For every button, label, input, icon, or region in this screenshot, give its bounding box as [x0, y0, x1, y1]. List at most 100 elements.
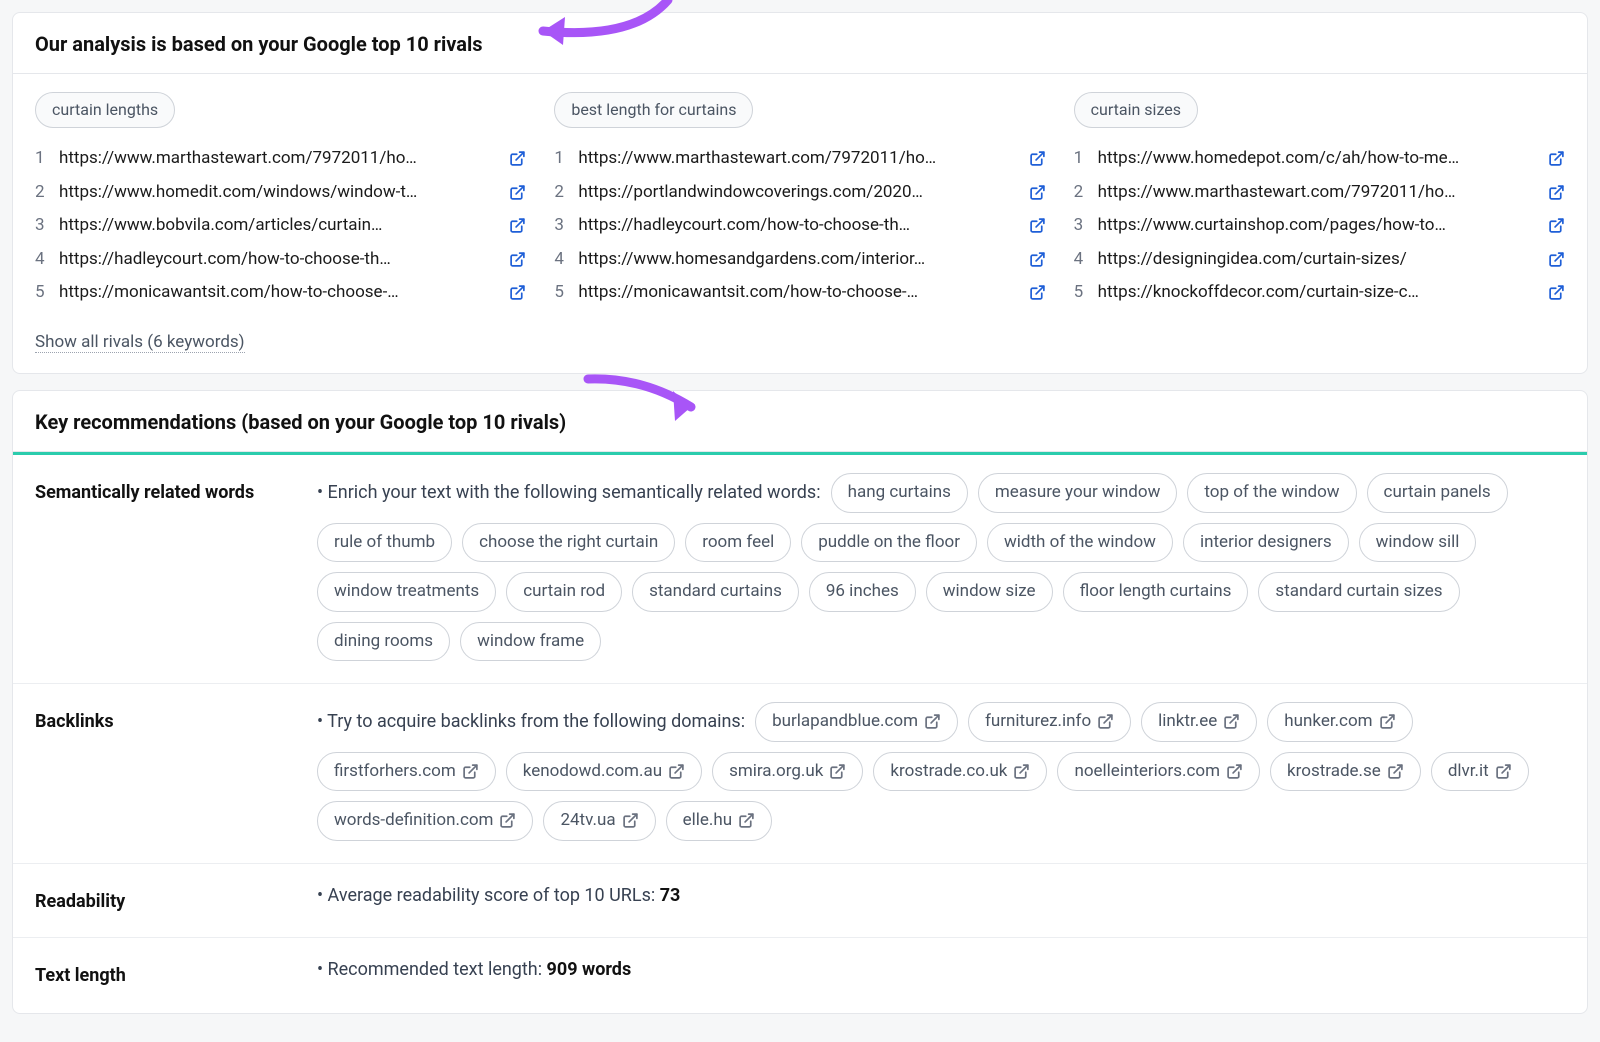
- backlink-chip[interactable]: 24tv.ua: [543, 801, 655, 841]
- semantic-chip[interactable]: hang curtains: [831, 473, 968, 513]
- semantic-chip[interactable]: room feel: [685, 523, 791, 563]
- backlink-chip[interactable]: krostrade.co.uk: [873, 752, 1047, 792]
- backlink-chip[interactable]: kenodowd.com.au: [506, 752, 702, 792]
- external-link-icon: [1548, 217, 1565, 234]
- rival-row: 1https://www.marthastewart.com/7972011/h…: [35, 142, 526, 176]
- backlink-chip[interactable]: noelleinteriors.com: [1057, 752, 1260, 792]
- semantic-words-section: Semantically related words • Enrich your…: [13, 455, 1587, 684]
- external-link-icon: [1387, 763, 1404, 780]
- semantic-chip[interactable]: width of the window: [987, 523, 1173, 563]
- semantic-chip[interactable]: interior designers: [1183, 523, 1349, 563]
- keyword-column: best length for curtains 1https://www.mar…: [554, 92, 1045, 310]
- rivals-title: Our analysis is based on your Google top…: [35, 32, 483, 56]
- textlength-section: Text length • Recommended text length: 9…: [13, 938, 1587, 1013]
- open-rival-link[interactable]: [509, 184, 526, 201]
- rival-row: 2https://portlandwindowcoverings.com/202…: [554, 176, 1045, 210]
- keyword-pill[interactable]: curtain sizes: [1074, 92, 1198, 128]
- semantic-chip[interactable]: window size: [926, 572, 1053, 612]
- external-link-icon: [1223, 713, 1240, 730]
- rival-url[interactable]: https://www.marthastewart.com/7972011/ho…: [1098, 180, 1538, 206]
- readability-section: Readability • Average readability score …: [13, 864, 1587, 938]
- rank-number: 3: [554, 213, 568, 239]
- rivals-header: Our analysis is based on your Google top…: [13, 13, 1587, 74]
- external-link-icon: [1226, 763, 1243, 780]
- open-rival-link[interactable]: [509, 150, 526, 167]
- rival-url[interactable]: https://portlandwindowcoverings.com/2020…: [578, 180, 1018, 206]
- semantic-chip[interactable]: standard curtain sizes: [1258, 572, 1459, 612]
- open-rival-link[interactable]: [509, 217, 526, 234]
- readability-text: • Average readability score of top 10 UR…: [317, 882, 1565, 909]
- rival-url[interactable]: https://monicawantsit.com/how-to-choose-…: [59, 280, 499, 306]
- recommendations-card: Key recommendations (based on your Googl…: [12, 390, 1588, 1014]
- rivals-columns: curtain lengths 1https://www.marthastewar…: [13, 74, 1587, 324]
- rival-url[interactable]: https://www.bobvila.com/articles/curtain…: [59, 213, 499, 239]
- open-rival-link[interactable]: [1029, 217, 1046, 234]
- semantic-chip[interactable]: measure your window: [978, 473, 1177, 513]
- rival-url[interactable]: https://hadleycourt.com/how-to-choose-th…: [578, 213, 1018, 239]
- semantic-chip[interactable]: puddle on the floor: [801, 523, 977, 563]
- semantic-chip[interactable]: 96 inches: [809, 572, 916, 612]
- backlink-chip[interactable]: words-definition.com: [317, 801, 533, 841]
- external-link-icon: [509, 251, 526, 268]
- rival-url[interactable]: https://www.marthastewart.com/7972011/ho…: [59, 146, 499, 172]
- backlink-domain: noelleinteriors.com: [1074, 759, 1220, 785]
- backlink-domain: 24tv.ua: [560, 808, 615, 834]
- semantic-chip[interactable]: window sill: [1359, 523, 1477, 563]
- semantic-chip[interactable]: curtain rod: [506, 572, 622, 612]
- rival-row: 3https://www.curtainshop.com/pages/how-t…: [1074, 209, 1565, 243]
- semantic-chip[interactable]: rule of thumb: [317, 523, 452, 563]
- open-rival-link[interactable]: [1548, 217, 1565, 234]
- backlink-chip[interactable]: elle.hu: [666, 801, 773, 841]
- semantic-chip[interactable]: standard curtains: [632, 572, 799, 612]
- backlink-domain: krostrade.co.uk: [890, 759, 1007, 785]
- semantic-chip[interactable]: window frame: [460, 622, 601, 662]
- semantic-chip[interactable]: window treatments: [317, 572, 496, 612]
- rivals-card: Our analysis is based on your Google top…: [12, 12, 1588, 374]
- annotation-arrow-icon: [583, 371, 723, 431]
- rival-url[interactable]: https://monicawantsit.com/how-to-choose-…: [578, 280, 1018, 306]
- readability-label: Readability: [35, 882, 285, 915]
- show-all-rivals-link[interactable]: Show all rivals (6 keywords): [35, 332, 245, 353]
- rival-url[interactable]: https://www.curtainshop.com/pages/how-to…: [1098, 213, 1538, 239]
- backlink-chip[interactable]: krostrade.se: [1270, 752, 1421, 792]
- open-rival-link[interactable]: [1029, 251, 1046, 268]
- rival-url[interactable]: https://knockoffdecor.com/curtain-size-c…: [1098, 280, 1538, 306]
- rival-url[interactable]: https://www.homedepot.com/c/ah/how-to-me…: [1098, 146, 1538, 172]
- rival-url[interactable]: https://www.homedit.com/windows/window-t…: [59, 180, 499, 206]
- backlink-chip[interactable]: furniturez.info: [968, 702, 1131, 742]
- backlink-chip[interactable]: hunker.com: [1267, 702, 1412, 742]
- open-rival-link[interactable]: [1029, 184, 1046, 201]
- semantic-chip[interactable]: top of the window: [1187, 473, 1356, 513]
- open-rival-link[interactable]: [1029, 150, 1046, 167]
- open-rival-link[interactable]: [1548, 284, 1565, 301]
- rival-url[interactable]: https://www.homesandgardens.com/interior…: [578, 247, 1018, 273]
- keyword-column: curtain sizes1https://www.homedepot.com/…: [1074, 92, 1565, 310]
- semantic-chip[interactable]: choose the right curtain: [462, 523, 675, 563]
- backlink-chip[interactable]: smira.org.uk: [712, 752, 863, 792]
- backlink-chip[interactable]: firstforhers.com: [317, 752, 496, 792]
- open-rival-link[interactable]: [509, 251, 526, 268]
- semantic-chip[interactable]: curtain panels: [1367, 473, 1508, 513]
- open-rival-link[interactable]: [1548, 184, 1565, 201]
- rival-url[interactable]: https://www.marthastewart.com/7972011/ho…: [578, 146, 1018, 172]
- rival-url[interactable]: https://hadleycourt.com/how-to-choose-th…: [59, 247, 499, 273]
- rival-url[interactable]: https://designingidea.com/curtain-sizes/: [1098, 247, 1538, 273]
- open-rival-link[interactable]: [1548, 251, 1565, 268]
- keyword-pill[interactable]: curtain lengths: [35, 92, 175, 128]
- open-rival-link[interactable]: [509, 284, 526, 301]
- backlink-chip[interactable]: dlvr.it: [1431, 752, 1529, 792]
- rival-row: 1https://www.marthastewart.com/7972011/h…: [554, 142, 1045, 176]
- open-rival-link[interactable]: [1548, 150, 1565, 167]
- textlength-text: • Recommended text length: 909 words: [317, 956, 1565, 983]
- semantic-chip[interactable]: dining rooms: [317, 622, 450, 662]
- external-link-icon: [499, 812, 516, 829]
- rival-row: 3 https://hadleycourt.com/how-to-choose-t…: [554, 209, 1045, 243]
- semantic-chip[interactable]: floor length curtains: [1063, 572, 1249, 612]
- rank-number: 4: [1074, 247, 1088, 273]
- keyword-pill[interactable]: best length for curtains: [554, 92, 753, 128]
- backlink-chip[interactable]: burlapandblue.com: [755, 702, 958, 742]
- open-rival-link[interactable]: [1029, 284, 1046, 301]
- rival-row: 4https://www.homesandgardens.com/interio…: [554, 243, 1045, 277]
- backlink-chip[interactable]: linktr.ee: [1141, 702, 1257, 742]
- backlinks-intro: • Try to acquire backlinks from the foll…: [317, 708, 745, 735]
